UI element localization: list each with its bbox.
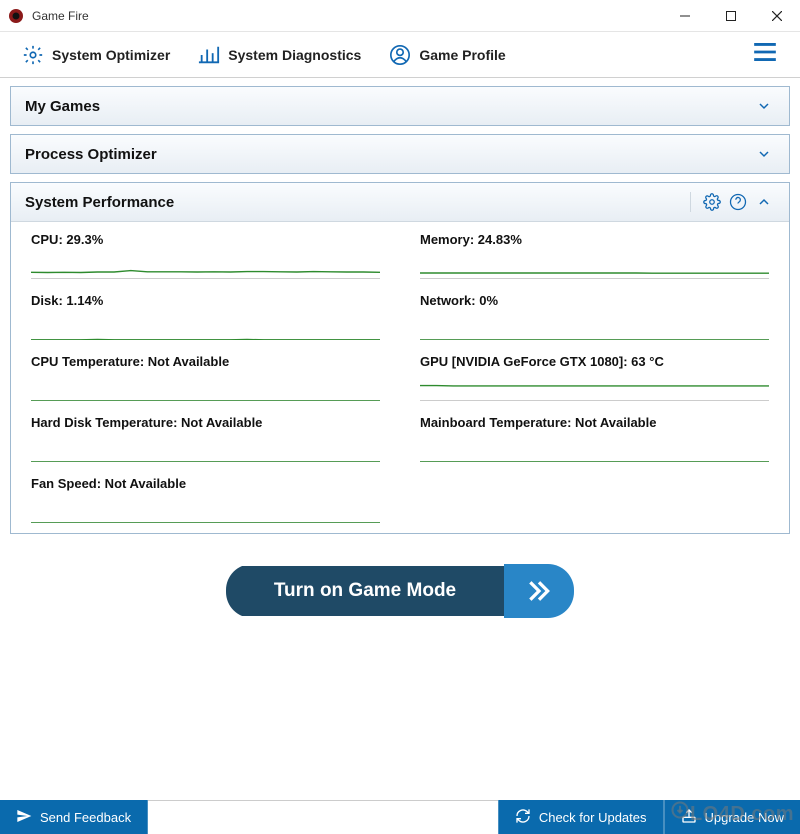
stat-hdd-temp-chart — [31, 438, 380, 462]
upgrade-now-label: Upgrade Now — [705, 810, 785, 825]
stat-gpu-chart — [420, 377, 769, 401]
app-icon — [8, 8, 24, 24]
footer-spacer — [148, 800, 498, 834]
stat-cpu-temp: CPU Temperature: Not Available — [31, 354, 380, 401]
help-icon[interactable] — [727, 191, 749, 213]
check-updates-button[interactable]: Check for Updates — [498, 800, 664, 834]
my-games-title: My Games — [25, 98, 100, 115]
stat-mb-temp-chart — [420, 438, 769, 462]
stat-hdd-temp-label: Hard Disk Temperature: Not Available — [31, 415, 380, 430]
system-diagnostics-button[interactable]: System Diagnostics — [184, 38, 375, 72]
stat-disk: Disk: 1.14% — [31, 293, 380, 340]
stat-mb-temp-label: Mainboard Temperature: Not Available — [420, 415, 769, 430]
stat-gpu: GPU [NVIDIA GeForce GTX 1080]: 63 °C — [420, 354, 769, 401]
upgrade-now-button[interactable]: Upgrade Now — [664, 800, 800, 834]
footer: Send Feedback Check for Updates Upgrade … — [0, 800, 800, 834]
send-icon — [16, 808, 32, 827]
cta-wrap: Turn on Game Mode — [10, 542, 790, 626]
send-feedback-label: Send Feedback — [40, 810, 131, 825]
send-feedback-button[interactable]: Send Feedback — [0, 800, 148, 834]
profile-icon — [389, 44, 411, 66]
turn-on-game-mode-button[interactable]: Turn on Game Mode — [226, 564, 574, 618]
upgrade-icon — [681, 808, 697, 827]
process-optimizer-title: Process Optimizer — [25, 146, 157, 163]
system-optimizer-button[interactable]: System Optimizer — [8, 38, 184, 72]
process-optimizer-header[interactable]: Process Optimizer — [11, 135, 789, 173]
gear-icon — [22, 44, 44, 66]
menu-button[interactable] — [738, 33, 792, 76]
refresh-icon — [515, 808, 531, 827]
my-games-panel: My Games — [10, 86, 790, 126]
system-performance-header[interactable]: System Performance — [11, 183, 789, 221]
game-profile-button[interactable]: Game Profile — [375, 38, 519, 72]
stat-cpu-temp-label: CPU Temperature: Not Available — [31, 354, 380, 369]
check-updates-label: Check for Updates — [539, 810, 647, 825]
stat-network-label: Network: 0% — [420, 293, 769, 308]
stat-cpu-temp-chart — [31, 377, 380, 401]
chevron-up-icon — [753, 191, 775, 213]
stat-network: Network: 0% — [420, 293, 769, 340]
titlebar: Game Fire — [0, 0, 800, 32]
chevron-down-icon — [753, 143, 775, 165]
stat-hdd-temp: Hard Disk Temperature: Not Available — [31, 415, 380, 462]
stat-fan-chart — [31, 499, 380, 523]
system-performance-title: System Performance — [25, 194, 174, 211]
stat-network-chart — [420, 316, 769, 340]
maximize-button[interactable] — [708, 0, 754, 32]
content-area: My Games Process Optimizer System Perfor… — [0, 78, 800, 634]
stat-cpu-label: CPU: 29.3% — [31, 232, 380, 247]
chevron-down-icon — [753, 95, 775, 117]
separator — [690, 192, 691, 212]
my-games-header[interactable]: My Games — [11, 87, 789, 125]
minimize-button[interactable] — [662, 0, 708, 32]
stat-fan-label: Fan Speed: Not Available — [31, 476, 380, 491]
game-profile-label: Game Profile — [419, 47, 505, 63]
toolbar: System Optimizer System Diagnostics Game… — [0, 32, 800, 78]
settings-icon[interactable] — [701, 191, 723, 213]
window-title: Game Fire — [32, 9, 662, 23]
stat-cpu: CPU: 29.3% — [31, 232, 380, 279]
stat-disk-chart — [31, 316, 380, 340]
stat-memory-label: Memory: 24.83% — [420, 232, 769, 247]
system-diagnostics-label: System Diagnostics — [228, 47, 361, 63]
system-performance-body: CPU: 29.3% Memory: 24.83% Disk: 1.14% Ne… — [11, 221, 789, 533]
stat-disk-label: Disk: 1.14% — [31, 293, 380, 308]
stat-gpu-label: GPU [NVIDIA GeForce GTX 1080]: 63 °C — [420, 354, 769, 369]
double-chevron-right-icon — [504, 564, 574, 618]
close-button[interactable] — [754, 0, 800, 32]
process-optimizer-panel: Process Optimizer — [10, 134, 790, 174]
system-performance-panel: System Performance CPU: 29.3% — [10, 182, 790, 534]
bar-chart-icon — [198, 44, 220, 66]
stat-cpu-chart — [31, 255, 380, 279]
stat-fan: Fan Speed: Not Available — [31, 476, 380, 523]
cta-label: Turn on Game Mode — [226, 566, 504, 616]
system-optimizer-label: System Optimizer — [52, 47, 170, 63]
stat-memory-chart — [420, 255, 769, 279]
stat-mb-temp: Mainboard Temperature: Not Available — [420, 415, 769, 462]
stat-memory: Memory: 24.83% — [420, 232, 769, 279]
